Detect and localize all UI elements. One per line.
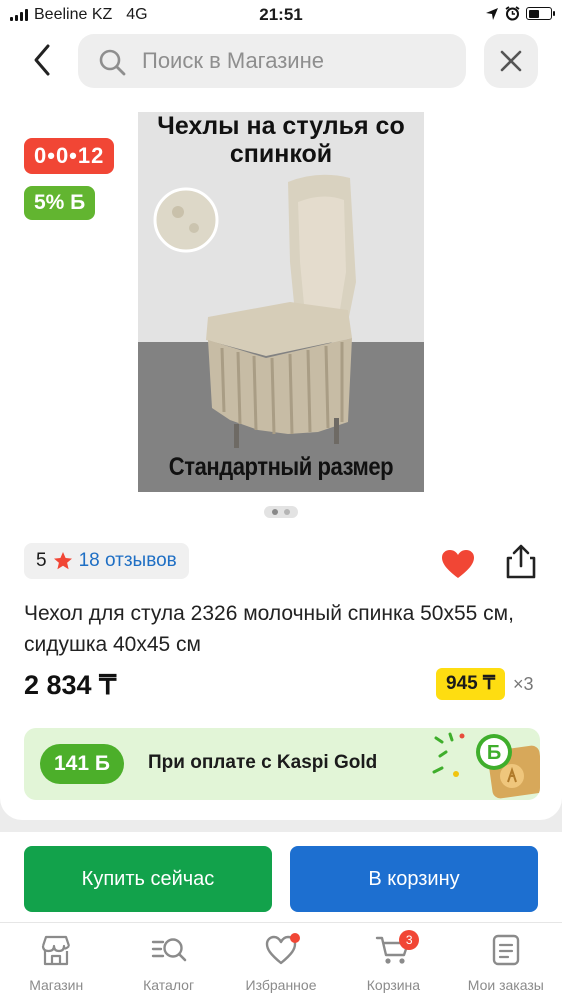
product-title: Чехол для стула 2326 молочный спинка 50x…: [24, 602, 514, 656]
favorites-notification-dot: [289, 933, 300, 943]
buy-now-button[interactable]: Купить сейчас: [24, 846, 272, 912]
tab-catalog[interactable]: Каталог: [112, 923, 224, 999]
search-icon: [99, 49, 126, 76]
clock: 21:51: [259, 5, 303, 24]
rating-reviews-pill[interactable]: 5 18 отзывов: [24, 543, 189, 579]
search-header: [0, 30, 562, 92]
installment-amount[interactable]: 945 ₸: [436, 668, 506, 700]
reviews-link[interactable]: 18 отзывов: [79, 550, 177, 572]
image-title: Чехлы на стулья со спинкой: [157, 112, 405, 168]
back-button[interactable]: [26, 42, 60, 78]
tab-favorites[interactable]: Избранное: [225, 923, 337, 999]
product-price: 2 834 ₸: [24, 670, 117, 700]
page-dot-1: [272, 509, 278, 515]
svg-text:Б: Б: [487, 742, 501, 764]
tab-orders[interactable]: Мои заказы: [450, 923, 562, 999]
favorite-button[interactable]: [440, 548, 476, 580]
search-box[interactable]: [78, 34, 466, 88]
page-dot-2: [284, 509, 290, 515]
cart-count-badge: 3: [399, 930, 420, 950]
search-input[interactable]: [142, 34, 452, 88]
image-caption: Стандартный размер: [168, 453, 394, 481]
tab-label: Избранное: [245, 977, 317, 993]
close-icon: [500, 50, 522, 72]
gold-bonus-pill: 141 Б: [40, 744, 124, 784]
installment-months: ×3: [513, 674, 534, 694]
tab-cart[interactable]: 3 Корзина: [337, 923, 449, 999]
share-button[interactable]: [504, 544, 538, 580]
tab-store[interactable]: Магазин: [0, 923, 112, 999]
chevron-left-icon: [34, 44, 50, 76]
chair-cover-illustration: [138, 112, 424, 492]
status-bar: Beeline KZ 4G 21:51: [0, 0, 562, 30]
tab-label: Магазин: [29, 977, 84, 993]
tab-label: Мои заказы: [467, 977, 544, 993]
rating-value: 5: [36, 550, 47, 571]
gold-banner-text: При оплате с Kaspi Gold: [148, 752, 378, 773]
catalog-search-icon: [151, 938, 186, 962]
promo-timer-badge: 0•0•12: [24, 138, 115, 174]
star-icon: [53, 552, 72, 570]
product-card: 0•0•12 5% Б Чехлы на стулья со спинкой С…: [0, 92, 562, 820]
location-arrow-icon: [486, 7, 498, 20]
alarm-icon: [505, 6, 520, 21]
bonus-badge: 5% Б: [24, 186, 96, 220]
store-icon: [42, 935, 71, 966]
heart-filled-icon: [442, 550, 474, 578]
gallery-pagination[interactable]: [264, 506, 298, 518]
close-button[interactable]: [484, 34, 538, 88]
product-image[interactable]: Чехлы на стулья со спинкой Стандартный р…: [138, 112, 424, 492]
kaspi-gold-banner[interactable]: 141 Б При оплате с Kaspi Gold Б: [24, 728, 540, 800]
add-to-cart-button[interactable]: В корзину: [290, 846, 538, 912]
tab-label: Корзина: [366, 977, 421, 993]
status-right: [485, 6, 555, 21]
tab-label: Каталог: [143, 977, 195, 993]
kaspi-gold-card-icon: Б: [432, 732, 540, 799]
orders-icon: [492, 934, 520, 966]
share-icon: [506, 544, 536, 579]
tab-bar: Магазин Каталог Избранное 3 Корзина Мои …: [0, 922, 562, 999]
battery-icon: [526, 7, 555, 20]
battery-level: [528, 9, 539, 18]
